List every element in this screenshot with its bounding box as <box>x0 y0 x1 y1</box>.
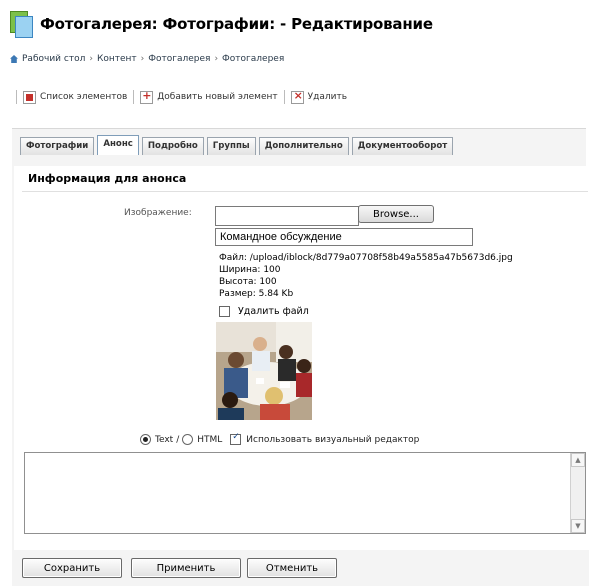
toolbar: Список элементов Добавить новый элемент … <box>10 88 347 106</box>
delete-file-checkbox[interactable] <box>219 306 230 317</box>
breadcrumb-item-desktop[interactable]: Рабочий стол <box>22 54 85 64</box>
breadcrumb-separator: › <box>140 54 145 64</box>
toolbar-divider <box>283 90 285 104</box>
breadcrumb-separator: › <box>214 54 219 64</box>
scroll-down-icon[interactable]: ▼ <box>571 519 585 533</box>
tab-announce[interactable]: Анонс <box>97 135 139 155</box>
tab-additional[interactable]: Дополнительно <box>258 137 349 155</box>
visual-editor-checkbox[interactable] <box>230 432 242 445</box>
breadcrumb: Рабочий стол › Контент › Фотогалерея › Ф… <box>10 54 284 64</box>
tab-bar: Фотографии Анонс Подробно Группы Дополни… <box>20 135 456 157</box>
tab-groups[interactable]: Группы <box>206 137 256 155</box>
browse-button[interactable]: Browse... <box>358 205 434 223</box>
file-width: Ширина: 100 <box>219 265 281 275</box>
image-file-input[interactable] <box>215 206 359 226</box>
announce-text-area[interactable]: ▲ ▼ <box>24 452 586 534</box>
list-icon <box>23 90 36 104</box>
save-button[interactable]: Сохранить <box>22 558 122 578</box>
apply-button[interactable]: Применить <box>131 558 241 578</box>
delete-icon <box>290 89 304 104</box>
image-field-label: Изображение: <box>124 208 192 218</box>
add-element-label: Добавить новый элемент <box>157 92 278 102</box>
toolbar-divider <box>133 90 135 104</box>
tab-photos[interactable]: Фотографии <box>20 137 95 155</box>
visual-editor-label: Использовать визуальный редактор <box>246 434 420 445</box>
file-size: Размер: 5.84 Kb <box>219 289 294 299</box>
image-description-input[interactable] <box>215 228 473 246</box>
tab-workflow[interactable]: Документооборот <box>351 137 454 155</box>
cancel-button[interactable]: Отменить <box>247 558 337 578</box>
mode-separator: / <box>176 434 180 445</box>
page-title: Фотогалерея: Фотографии: - Редактировани… <box>40 15 433 33</box>
tab-details[interactable]: Подробно <box>141 137 204 155</box>
delete-element-label: Удалить <box>307 92 347 102</box>
editor-mode-selector: Text / HTML Использовать визуальный реда… <box>140 432 420 445</box>
text-mode-radio[interactable] <box>140 434 151 445</box>
list-elements-label: Список элементов <box>40 92 128 102</box>
html-mode-label: HTML <box>197 434 223 445</box>
add-element-button[interactable]: Добавить новый элемент <box>140 89 278 104</box>
file-path: Файл: /upload/iblock/8d779a07708f58b49a5… <box>219 253 513 263</box>
breadcrumb-item-gallery[interactable]: Фотогалерея <box>148 54 210 64</box>
gallery-module-icon <box>10 11 33 38</box>
breadcrumb-item-gallery-current[interactable]: Фотогалерея <box>222 54 284 64</box>
html-mode-radio[interactable] <box>182 434 194 445</box>
home-icon <box>10 55 18 63</box>
add-icon <box>140 89 154 104</box>
list-elements-button[interactable]: Список элементов <box>23 90 128 104</box>
textarea-scrollbar[interactable]: ▲ ▼ <box>570 453 585 533</box>
toolbar-divider <box>16 90 17 104</box>
file-info: Файл: /upload/iblock/8d779a07708f58b49a5… <box>219 252 513 300</box>
section-heading: Информация для анонса <box>28 172 187 185</box>
delete-file-option[interactable]: Удалить файл <box>219 306 309 317</box>
section-divider <box>22 191 588 192</box>
image-thumbnail <box>216 322 312 420</box>
text-mode-label: Text <box>155 434 174 445</box>
delete-element-button[interactable]: Удалить <box>290 89 347 104</box>
scroll-up-icon[interactable]: ▲ <box>571 453 585 467</box>
delete-file-label: Удалить файл <box>238 306 309 317</box>
breadcrumb-separator: › <box>89 54 93 64</box>
breadcrumb-item-content[interactable]: Контент <box>97 54 137 64</box>
file-height: Высота: 100 <box>219 277 277 287</box>
page-header: Фотогалерея: Фотографии: - Редактировани… <box>10 6 433 42</box>
